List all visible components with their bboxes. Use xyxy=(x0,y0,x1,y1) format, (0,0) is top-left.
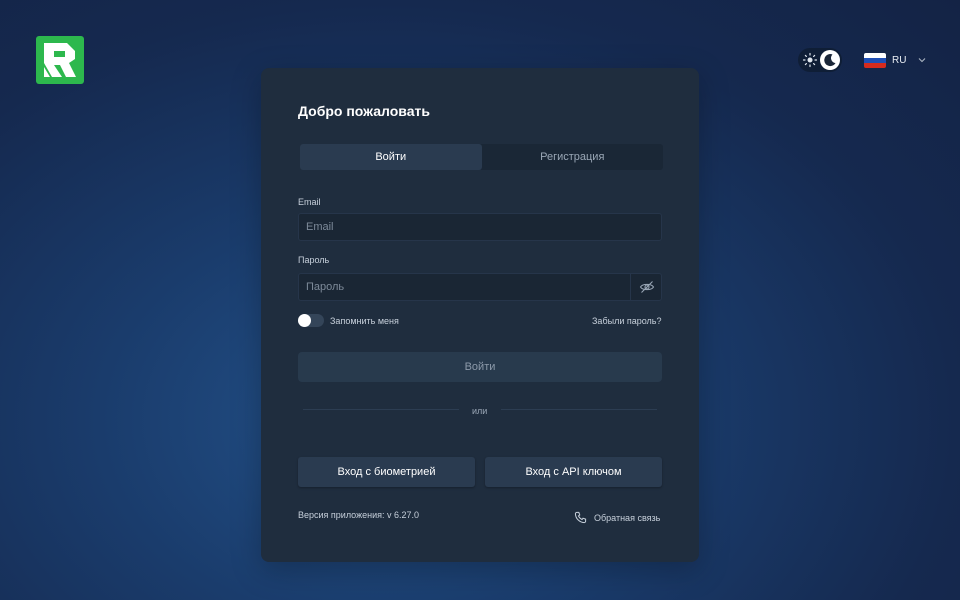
moon-icon xyxy=(820,50,840,70)
remember-label: Запомнить меня xyxy=(330,316,399,326)
tab-login[interactable]: Войти xyxy=(300,144,482,170)
api-key-login-button[interactable]: Вход с API ключом xyxy=(485,457,662,487)
biometric-login-button[interactable]: Вход с биометрией xyxy=(298,457,475,487)
language-code: RU xyxy=(892,54,907,66)
login-card: Добро пожаловать Войти Регистрация Email… xyxy=(261,68,699,562)
remember-toggle[interactable] xyxy=(298,314,324,327)
russia-flag-icon xyxy=(864,52,886,68)
chevron-down-icon xyxy=(919,58,926,63)
divider-left xyxy=(303,409,459,410)
toggle-knob xyxy=(298,314,311,327)
feedback-link[interactable]: Обратная связь xyxy=(574,511,660,524)
auth-tabs: Войти Регистрация xyxy=(300,144,663,170)
sun-icon xyxy=(802,52,818,68)
password-field[interactable] xyxy=(298,273,662,301)
feedback-label: Обратная связь xyxy=(594,512,661,523)
brand-logo-icon[interactable] xyxy=(36,36,84,84)
theme-toggle[interactable] xyxy=(798,48,842,72)
phone-icon xyxy=(574,511,587,524)
email-label: Email xyxy=(298,197,321,207)
password-label: Пароль xyxy=(298,255,330,265)
language-selector[interactable]: RU xyxy=(864,52,926,68)
app-version: Версия приложения: v 6.27.0 xyxy=(298,510,419,520)
divider-right xyxy=(501,409,657,410)
welcome-title: Добро пожаловать xyxy=(298,103,430,119)
tab-register[interactable]: Регистрация xyxy=(482,144,664,170)
divider-text: или xyxy=(472,406,488,416)
forgot-password-link[interactable]: Забыли пароль? xyxy=(592,316,661,326)
email-field[interactable] xyxy=(298,213,662,241)
eye-off-icon[interactable] xyxy=(630,274,663,300)
login-button[interactable]: Войти xyxy=(298,352,662,382)
